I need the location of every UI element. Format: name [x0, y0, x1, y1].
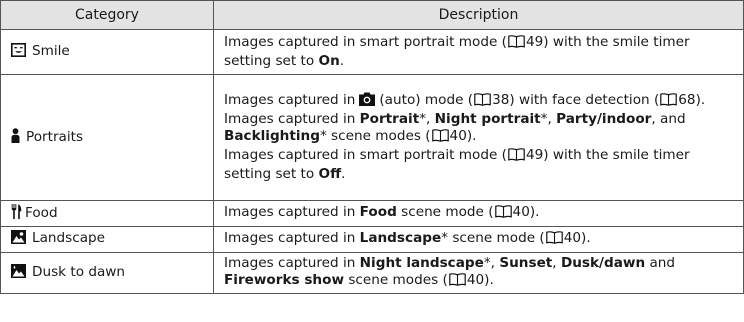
description-text: . — [339, 53, 345, 69]
description-text: scene modes ( — [344, 272, 448, 288]
book-reference-icon — [449, 273, 466, 291]
book-reference-icon — [508, 35, 525, 53]
category-cell: Portraits — [0, 74, 214, 201]
mode-name: Backlighting — [224, 128, 320, 144]
page-reference: 49 — [525, 34, 544, 50]
description-line: Images captured in smart portrait mode (… — [224, 147, 737, 183]
mode-name: Off — [318, 166, 342, 182]
header-category: Category — [0, 0, 214, 30]
description-cell: Images captured in Food scene mode ( 40). — [213, 200, 744, 227]
dusk-to-dawn-icon — [11, 263, 26, 283]
description-text: * scene modes ( — [319, 128, 431, 144]
description-cell: Images captured in Night landscape*, Sun… — [213, 252, 744, 294]
description-line: Images captured in Food scene mode ( 40). — [224, 204, 737, 223]
description-text: *, — [419, 111, 435, 127]
description-text: ) with face detection ( — [509, 92, 660, 108]
book-reference-icon — [494, 205, 512, 223]
page-reference: 38 — [492, 92, 510, 108]
book-reference-icon — [508, 148, 525, 166]
description-text: *, — [540, 111, 557, 127]
description-text: ). — [529, 204, 540, 220]
mode-name: Landscape — [359, 230, 442, 246]
mode-name: Dusk/dawn — [560, 255, 646, 271]
mode-name: Fireworks show — [224, 272, 345, 288]
book-reference-icon — [545, 231, 563, 249]
description-text: . — [341, 166, 346, 182]
mode-name: On — [318, 53, 340, 69]
category-label: Food — [25, 204, 58, 221]
table-row: Dusk to dawn Images captured in Night la… — [0, 252, 744, 294]
mode-name: Food — [359, 204, 397, 220]
description-text: , and — [651, 111, 686, 127]
description-text: Images captured in smart portrait mode ( — [224, 34, 507, 50]
description-text: *, — [483, 255, 500, 271]
description-text: scene mode ( — [396, 204, 494, 220]
category-label: Portraits — [26, 128, 84, 145]
description-text: and — [645, 255, 676, 271]
book-reference-icon — [660, 93, 678, 111]
mode-name: Party/indoor — [556, 111, 652, 127]
description-text: ). — [581, 230, 591, 246]
table-row: Portraits Images captured in (auto) mode … — [0, 74, 744, 201]
description-line: Images captured in Landscape* scene mode… — [224, 230, 737, 249]
description-text: Images captured in smart portrait mode ( — [224, 147, 507, 163]
description-line: Images captured in Night landscape*, Sun… — [224, 255, 737, 291]
mode-name: Portrait — [359, 111, 420, 127]
description-text: ). — [484, 272, 494, 288]
mode-name: Night landscape — [359, 255, 484, 271]
description-text: * scene mode ( — [441, 230, 545, 246]
description-line: Images captured in Portrait*, Night port… — [224, 111, 737, 147]
page-reference: 40 — [449, 128, 467, 144]
book-reference-icon — [431, 129, 449, 147]
header-description: Description — [213, 0, 744, 30]
fork-knife-icon — [11, 203, 22, 224]
camera-icon — [359, 92, 376, 111]
description-text: Images captured in — [224, 204, 360, 220]
description-text: , — [552, 255, 561, 271]
category-table: Category Description Smile Images captur… — [0, 0, 744, 294]
description-text: ). — [466, 128, 477, 144]
page-reference: 49 — [525, 147, 544, 163]
description-text: (auto) mode ( — [379, 92, 474, 108]
page-reference: 68 — [678, 92, 696, 108]
page-reference: 40 — [563, 230, 582, 246]
header-row: Category Description — [0, 0, 744, 30]
description-cell: Images captured in Landscape* scene mode… — [213, 226, 744, 253]
smile-face-icon — [11, 42, 26, 62]
table-row: Smile Images captured in smart portrait … — [0, 29, 744, 75]
mode-name: Night portrait — [434, 111, 541, 127]
description-text: Images captured in — [224, 111, 360, 127]
page-reference: 40 — [466, 272, 485, 288]
category-cell: Smile — [0, 29, 214, 75]
book-reference-icon — [474, 93, 491, 111]
category-label: Smile — [32, 42, 70, 59]
description-cell: Images captured in (auto) mode ( 38) with … — [213, 74, 744, 201]
category-label: Dusk to dawn — [32, 263, 126, 280]
category-cell: Dusk to dawn — [0, 252, 214, 294]
category-cell: Food — [0, 200, 214, 227]
table-row: Landscape Images captured in Landscape* … — [0, 226, 744, 253]
person-icon — [11, 127, 20, 148]
landscape-icon — [11, 230, 26, 249]
description-text: Images captured in — [224, 92, 356, 108]
description-text: Images captured in — [224, 230, 360, 246]
description-line: Images captured in (auto) mode ( 38) with … — [224, 92, 737, 111]
description-text: Images captured in — [224, 255, 360, 271]
description-cell: Images captured in smart portrait mode (… — [213, 29, 744, 75]
description-line: Images captured in smart portrait mode (… — [224, 34, 737, 70]
page-reference: 40 — [512, 204, 530, 220]
description-text: ). — [695, 92, 706, 108]
category-label: Landscape — [32, 230, 106, 246]
table-row: Food Images captured in Food scene mode … — [0, 200, 744, 227]
mode-name: Sunset — [499, 255, 553, 271]
category-cell: Landscape — [0, 226, 214, 253]
